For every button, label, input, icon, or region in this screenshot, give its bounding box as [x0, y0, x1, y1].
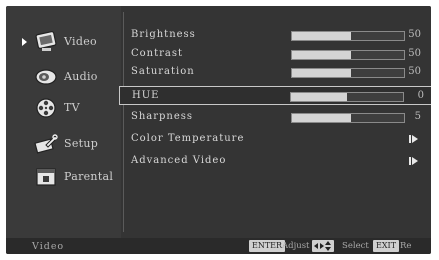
setting-value: 50 [408, 29, 421, 40]
hue-slider[interactable] [290, 92, 404, 102]
exit-key: EXIT [373, 240, 400, 252]
sidebar-item-label: TV [64, 101, 80, 114]
sidebar: Video Audio TV Setup Parental [6, 6, 121, 238]
brightness-slider[interactable] [291, 31, 405, 41]
sidebar-item-label: Setup [64, 137, 99, 150]
setting-value: 5 [414, 111, 421, 122]
film-reel-icon [36, 98, 56, 118]
arrow-keys-icon [312, 240, 334, 252]
speaker-icon [35, 69, 57, 85]
status-title: Video [32, 241, 65, 252]
setting-value: 50 [408, 48, 421, 59]
sidebar-item-audio[interactable]: Audio [6, 62, 121, 92]
slider-fill [292, 32, 352, 40]
saturation-slider[interactable] [291, 68, 405, 78]
setting-value: 50 [408, 66, 421, 77]
submenu-arrow-icon[interactable] [409, 135, 419, 143]
setting-row-advanced-video[interactable]: Advanced Video [121, 152, 431, 170]
setting-label: Color Temperature [131, 133, 245, 144]
enter-key: ENTER [249, 240, 286, 252]
wrench-icon [34, 134, 58, 154]
sidebar-item-video[interactable]: Video [6, 27, 121, 57]
sharpness-slider[interactable] [291, 113, 405, 123]
sidebar-item-label: Parental [64, 170, 114, 183]
lock-icon [36, 168, 56, 186]
slider-fill [292, 69, 352, 77]
sidebar-item-label: Video [64, 35, 97, 48]
monitor-icon [35, 31, 57, 51]
setting-label: Saturation [131, 66, 195, 77]
active-arrow-icon [22, 38, 27, 46]
setting-label: Sharpness [131, 111, 194, 122]
setting-label: Brightness [131, 29, 196, 40]
status-bar: Video ENTER Adjust Select EXIT Re [6, 238, 431, 254]
contrast-slider[interactable] [291, 50, 405, 60]
slider-fill [291, 93, 347, 101]
setting-row-color-temperature[interactable]: Color Temperature [121, 130, 431, 148]
select-hint: Select [342, 241, 369, 251]
setting-value: 0 [417, 90, 424, 101]
slider-fill [292, 51, 352, 59]
setting-row-saturation[interactable]: Saturation 50 [121, 63, 431, 81]
setting-row-hue[interactable]: HUE 0 [119, 86, 431, 105]
setting-row-brightness[interactable]: Brightness 50 [121, 26, 431, 44]
submenu-arrow-icon[interactable] [409, 157, 419, 165]
sidebar-item-setup[interactable]: Setup [6, 129, 121, 159]
exit-hint: Re [400, 241, 412, 251]
slider-fill [292, 114, 352, 122]
sidebar-item-label: Audio [64, 70, 98, 83]
setting-label: Contrast [131, 48, 184, 59]
setting-label: Advanced Video [131, 155, 227, 166]
sidebar-item-tv[interactable]: TV [6, 93, 121, 123]
sidebar-item-parental[interactable]: Parental [6, 162, 121, 192]
setting-row-contrast[interactable]: Contrast 50 [121, 45, 431, 63]
tv-osd-screen: Video Audio TV Setup Parental Brightness… [6, 6, 431, 254]
setting-row-sharpness[interactable]: Sharpness 5 [121, 108, 431, 126]
settings-panel: Brightness 50 Contrast 50 Saturation 50 … [119, 6, 431, 238]
adjust-hint: Adjust [282, 241, 310, 251]
setting-label: HUE [132, 90, 160, 101]
